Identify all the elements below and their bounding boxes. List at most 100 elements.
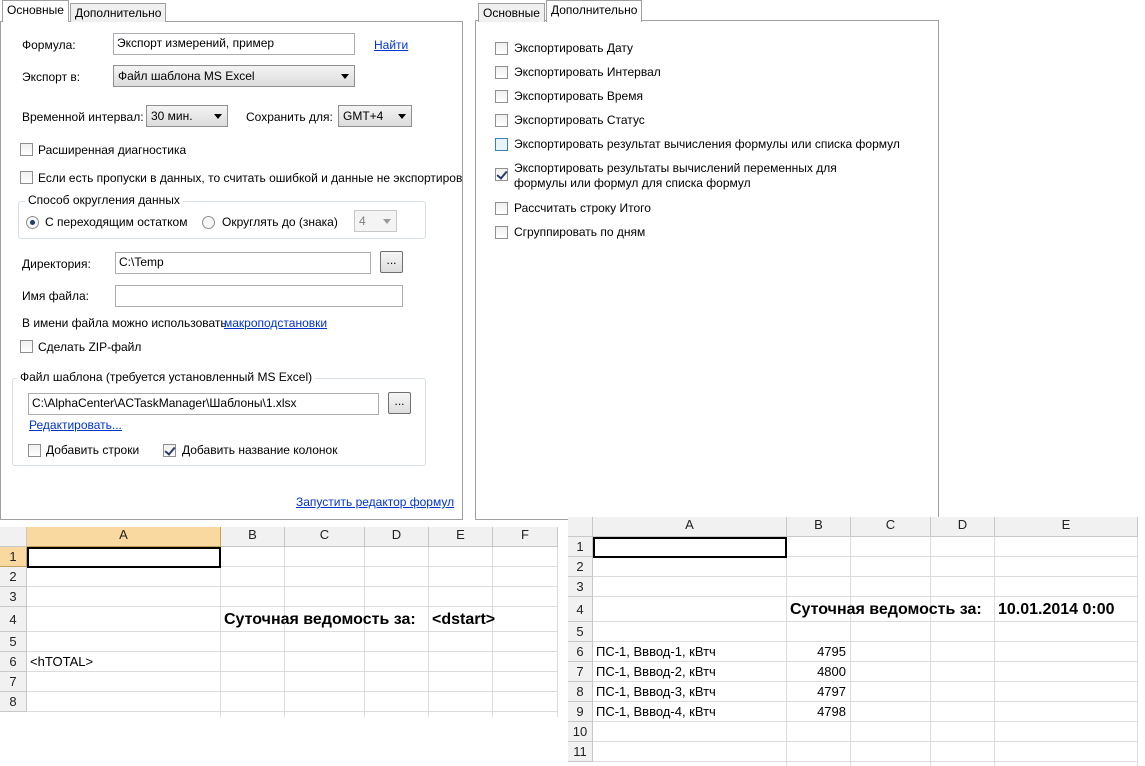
- tab-advanced[interactable]: Дополнительно: [546, 0, 643, 22]
- column-header[interactable]: F: [493, 527, 558, 547]
- cell-a8[interactable]: ПС-1, Вввод-3, кВтч: [593, 684, 716, 699]
- export-status-checkbox[interactable]: [495, 114, 508, 127]
- row-header[interactable]: 6: [568, 642, 593, 662]
- chevron-down-icon: [341, 74, 349, 79]
- cell-b6[interactable]: 4795: [787, 644, 849, 659]
- find-link[interactable]: Найти: [374, 38, 408, 52]
- chevron-down-icon: [214, 114, 222, 119]
- select-all-corner[interactable]: [568, 517, 593, 537]
- column-header[interactable]: E: [995, 517, 1138, 537]
- row-header[interactable]: 8: [0, 692, 27, 712]
- grid-line: [27, 586, 558, 587]
- formula-field[interactable]: Экспорт измерений, пример: [113, 33, 355, 55]
- cell-b4[interactable]: Суточная ведомость за:: [221, 611, 416, 629]
- directory-browse-button[interactable]: ...: [380, 251, 403, 273]
- rounding-carry-radio[interactable]: [26, 216, 39, 229]
- export-variables-label: Экспортировать результаты вычислений пер…: [514, 161, 837, 175]
- row-header[interactable]: 5: [0, 632, 27, 652]
- timezone-value: GMT+4: [343, 109, 384, 123]
- cell-b4[interactable]: Суточная ведомость за:: [787, 601, 982, 619]
- row-header[interactable]: 7: [0, 672, 27, 692]
- cell-b7[interactable]: 4800: [787, 664, 849, 679]
- active-cell-a1[interactable]: [593, 537, 787, 558]
- column-header[interactable]: D: [931, 517, 995, 537]
- row-header[interactable]: 4: [568, 597, 593, 622]
- formula-label: Формула:: [22, 38, 76, 52]
- active-cell-a1[interactable]: [27, 547, 221, 568]
- template-path-field[interactable]: C:\AlphaCenter\ACTaskManager\Шаблоны\1.x…: [28, 393, 379, 415]
- grid-line: [27, 651, 558, 652]
- timezone-select[interactable]: GMT+4: [338, 105, 412, 127]
- calc-total-checkbox[interactable]: [495, 202, 508, 215]
- row-header[interactable]: 2: [0, 567, 27, 587]
- ext-diag-label: Расширенная диагностика: [38, 143, 187, 157]
- row-header[interactable]: 3: [0, 587, 27, 607]
- group-by-days-checkbox[interactable]: [495, 226, 508, 239]
- column-header[interactable]: B: [221, 527, 285, 547]
- edit-template-link[interactable]: Редактировать...: [29, 418, 122, 432]
- macro-link[interactable]: макроподстановки: [224, 316, 327, 330]
- filename-field[interactable]: [115, 285, 403, 307]
- gaps-error-checkbox[interactable]: [20, 171, 33, 184]
- rounding-digits-select[interactable]: 4: [354, 210, 397, 232]
- column-header[interactable]: A: [27, 527, 221, 547]
- row-header[interactable]: 7: [568, 662, 593, 682]
- grid-line: [27, 606, 558, 607]
- export-formula-result-label: Экспортировать результат вычисления форм…: [514, 137, 900, 151]
- add-rows-checkbox[interactable]: [28, 444, 41, 457]
- export-time-checkbox[interactable]: [495, 90, 508, 103]
- rounding-round-radio[interactable]: [202, 216, 215, 229]
- column-header[interactable]: C: [851, 517, 931, 537]
- add-col-names-label: Добавить название колонок: [182, 443, 338, 457]
- cell-a6[interactable]: ПС-1, Вввод-1, кВтч: [593, 644, 716, 659]
- tab-advanced[interactable]: Дополнительно: [70, 3, 167, 22]
- cell-e4[interactable]: 10.01.2014 0:00: [995, 601, 1115, 619]
- row-header[interactable]: 1: [568, 537, 593, 557]
- template-browse-button[interactable]: ...: [388, 392, 411, 414]
- export-formula-result-checkbox[interactable]: [495, 138, 508, 151]
- grid-line: [593, 576, 1138, 577]
- cell-a6[interactable]: <hTOTAL>: [27, 654, 93, 669]
- tab-main[interactable]: Основные: [2, 0, 69, 22]
- calc-total-label: Рассчитать строку Итого: [514, 201, 651, 215]
- interval-select[interactable]: 30 мин.: [146, 105, 228, 127]
- cell-e4[interactable]: <dstart>: [429, 611, 495, 629]
- group-by-days-label: Сгруппировать по дням: [514, 225, 646, 239]
- row-header[interactable]: 11: [568, 742, 593, 762]
- column-header[interactable]: C: [285, 527, 365, 547]
- column-header[interactable]: B: [787, 517, 851, 537]
- column-header[interactable]: E: [429, 527, 493, 547]
- export-interval-checkbox[interactable]: [495, 66, 508, 79]
- formula-editor-link[interactable]: Запустить редактор формул: [296, 495, 454, 509]
- add-rows-label: Добавить строки: [46, 443, 140, 457]
- grid-line: [850, 537, 851, 766]
- row-header[interactable]: 8: [568, 682, 593, 702]
- row-header[interactable]: 9: [568, 702, 593, 722]
- row-header[interactable]: 5: [568, 622, 593, 642]
- export-variables-label-line2: формулы или формул для списка формул: [514, 176, 751, 190]
- add-col-names-checkbox[interactable]: [163, 444, 176, 457]
- column-header[interactable]: A: [593, 517, 787, 537]
- row-header[interactable]: 4: [0, 607, 27, 632]
- chevron-down-icon: [398, 114, 406, 119]
- rounding-group-title: Способ округления данных: [25, 193, 183, 207]
- column-header[interactable]: D: [365, 527, 429, 547]
- row-header[interactable]: 2: [568, 557, 593, 577]
- cell-a9[interactable]: ПС-1, Вввод-4, кВтч: [593, 704, 716, 719]
- directory-field[interactable]: C:\Temp: [115, 252, 371, 274]
- export-target-select[interactable]: Файл шаблона MS Excel: [113, 65, 355, 87]
- select-all-corner[interactable]: [0, 527, 27, 547]
- zip-label: Сделать ZIP-файл: [38, 340, 142, 354]
- zip-checkbox[interactable]: [20, 340, 33, 353]
- tab-main[interactable]: Основные: [478, 3, 545, 22]
- cell-b8[interactable]: 4797: [787, 684, 849, 699]
- row-header[interactable]: 6: [0, 652, 27, 672]
- cell-a7[interactable]: ПС-1, Вввод-2, кВтч: [593, 664, 716, 679]
- ext-diag-checkbox[interactable]: [20, 143, 33, 156]
- row-header[interactable]: 10: [568, 722, 593, 742]
- cell-b9[interactable]: 4798: [787, 704, 849, 719]
- export-date-checkbox[interactable]: [495, 42, 508, 55]
- export-variables-checkbox[interactable]: [495, 168, 508, 181]
- row-header[interactable]: 1: [0, 547, 27, 567]
- row-header[interactable]: 3: [568, 577, 593, 597]
